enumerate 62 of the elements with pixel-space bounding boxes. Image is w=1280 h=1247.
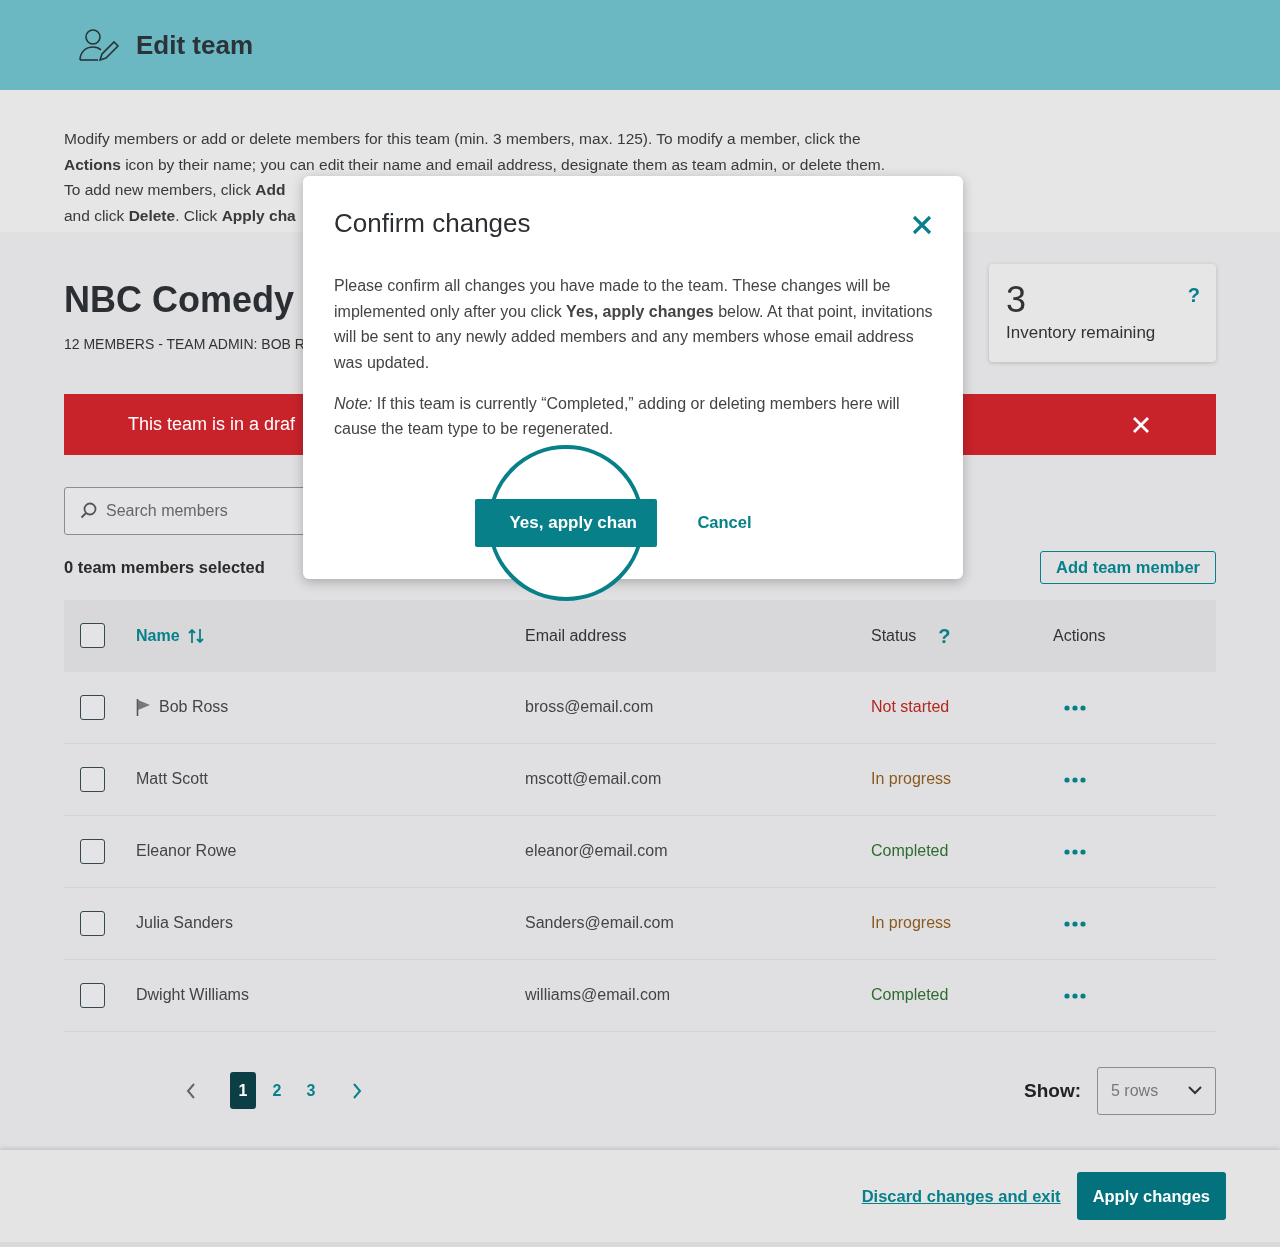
- member-name: Eleanor Rowe: [136, 841, 237, 862]
- page-link[interactable]: 2: [264, 1072, 290, 1110]
- member-name: Bob Ross: [159, 697, 229, 718]
- apply-button[interactable]: Apply changes: [1076, 1172, 1226, 1220]
- show-label: Show:: [1024, 1078, 1081, 1103]
- alert-text: This team is in a draf: [128, 413, 296, 436]
- more-actions-icon[interactable]: [1064, 993, 1086, 999]
- rows-select[interactable]: 5 rows: [1097, 1066, 1216, 1115]
- chevron-down-icon: [1188, 1086, 1202, 1096]
- member-status: Completed: [871, 842, 949, 860]
- confirm-button[interactable]: Yes, apply chan: [475, 498, 658, 547]
- help-icon[interactable]: ?: [938, 620, 951, 651]
- inventory-label: Inventory remaining: [1006, 322, 1157, 344]
- modal-text: Note: If this team is currently “Completed,” adding or deleting members here will cause the team type to be regenerated.: [334, 393, 901, 440]
- intro-text: Modify members or add or delete members for this team (min. 3 members, max. 125). To modify a member, click the: [64, 129, 861, 149]
- member-email: eleanor@email.com: [525, 842, 668, 860]
- member-status: In progress: [871, 914, 952, 932]
- page-link[interactable]: 1: [230, 1072, 256, 1110]
- checkbox[interactable]: [80, 910, 105, 936]
- page-link[interactable]: 3: [298, 1072, 324, 1110]
- member-status: Not started: [871, 698, 950, 716]
- help-icon[interactable]: ?: [1187, 280, 1200, 310]
- member-email: bross@email.com: [525, 698, 654, 716]
- more-actions-icon[interactable]: [1064, 849, 1086, 855]
- add-member-button[interactable]: Add team member: [1040, 551, 1216, 584]
- column-header[interactable]: Name: [136, 623, 180, 648]
- more-actions-icon[interactable]: [1064, 921, 1086, 927]
- team-name: NBC Comedy: [64, 278, 296, 322]
- checkbox[interactable]: [80, 694, 105, 720]
- close-icon[interactable]: [1132, 415, 1150, 434]
- selection-count: 0 team members selected: [64, 557, 265, 578]
- more-actions-icon[interactable]: [1064, 777, 1086, 783]
- inventory-count: 3: [1006, 280, 1027, 320]
- sort-icon[interactable]: [187, 627, 204, 644]
- checkbox[interactable]: [80, 623, 105, 649]
- member-email: mscott@email.com: [525, 770, 662, 788]
- column-header: Actions: [1053, 625, 1106, 646]
- intro-text: To add new members, click Add: [64, 180, 286, 201]
- checkbox[interactable]: [80, 766, 105, 792]
- member-email: Sanders@email.com: [525, 914, 674, 932]
- modal-text: Please confirm all changes you have made to the team. These changes will be implemented only after you click Yes, apply changes below. At that point, invitations will be sent to any newly added members and any members whose email address was updated.: [334, 276, 933, 373]
- modal-title: Confirm changes: [334, 208, 531, 240]
- previous-page-icon[interactable]: [186, 1082, 196, 1099]
- member-status: In progress: [871, 770, 952, 788]
- intro-text: and click Delete. Click Apply cha: [64, 205, 296, 226]
- next-page-icon[interactable]: [352, 1082, 362, 1099]
- cancel-button[interactable]: Cancel: [697, 510, 752, 536]
- user-edit-icon: [78, 27, 120, 63]
- discard-link[interactable]: Discard changes and exit: [861, 1183, 1061, 1209]
- close-icon: [911, 214, 933, 237]
- intro-text: Actions icon by their name; you can edit their name and email address, designate them as team admin, or delete them.: [64, 154, 886, 175]
- checkbox[interactable]: [80, 838, 105, 864]
- member-name: Dwight Williams: [136, 985, 249, 1006]
- column-header: Status: [871, 625, 917, 646]
- member-name: Matt Scott: [136, 769, 209, 790]
- member-email: williams@email.com: [525, 986, 671, 1004]
- page-title: Edit team: [136, 28, 254, 62]
- checkbox[interactable]: [80, 982, 105, 1008]
- more-actions-icon[interactable]: [1064, 705, 1086, 711]
- member-name: Julia Sanders: [136, 913, 233, 934]
- column-header: Email address: [525, 625, 627, 646]
- member-status: Completed: [871, 986, 949, 1004]
